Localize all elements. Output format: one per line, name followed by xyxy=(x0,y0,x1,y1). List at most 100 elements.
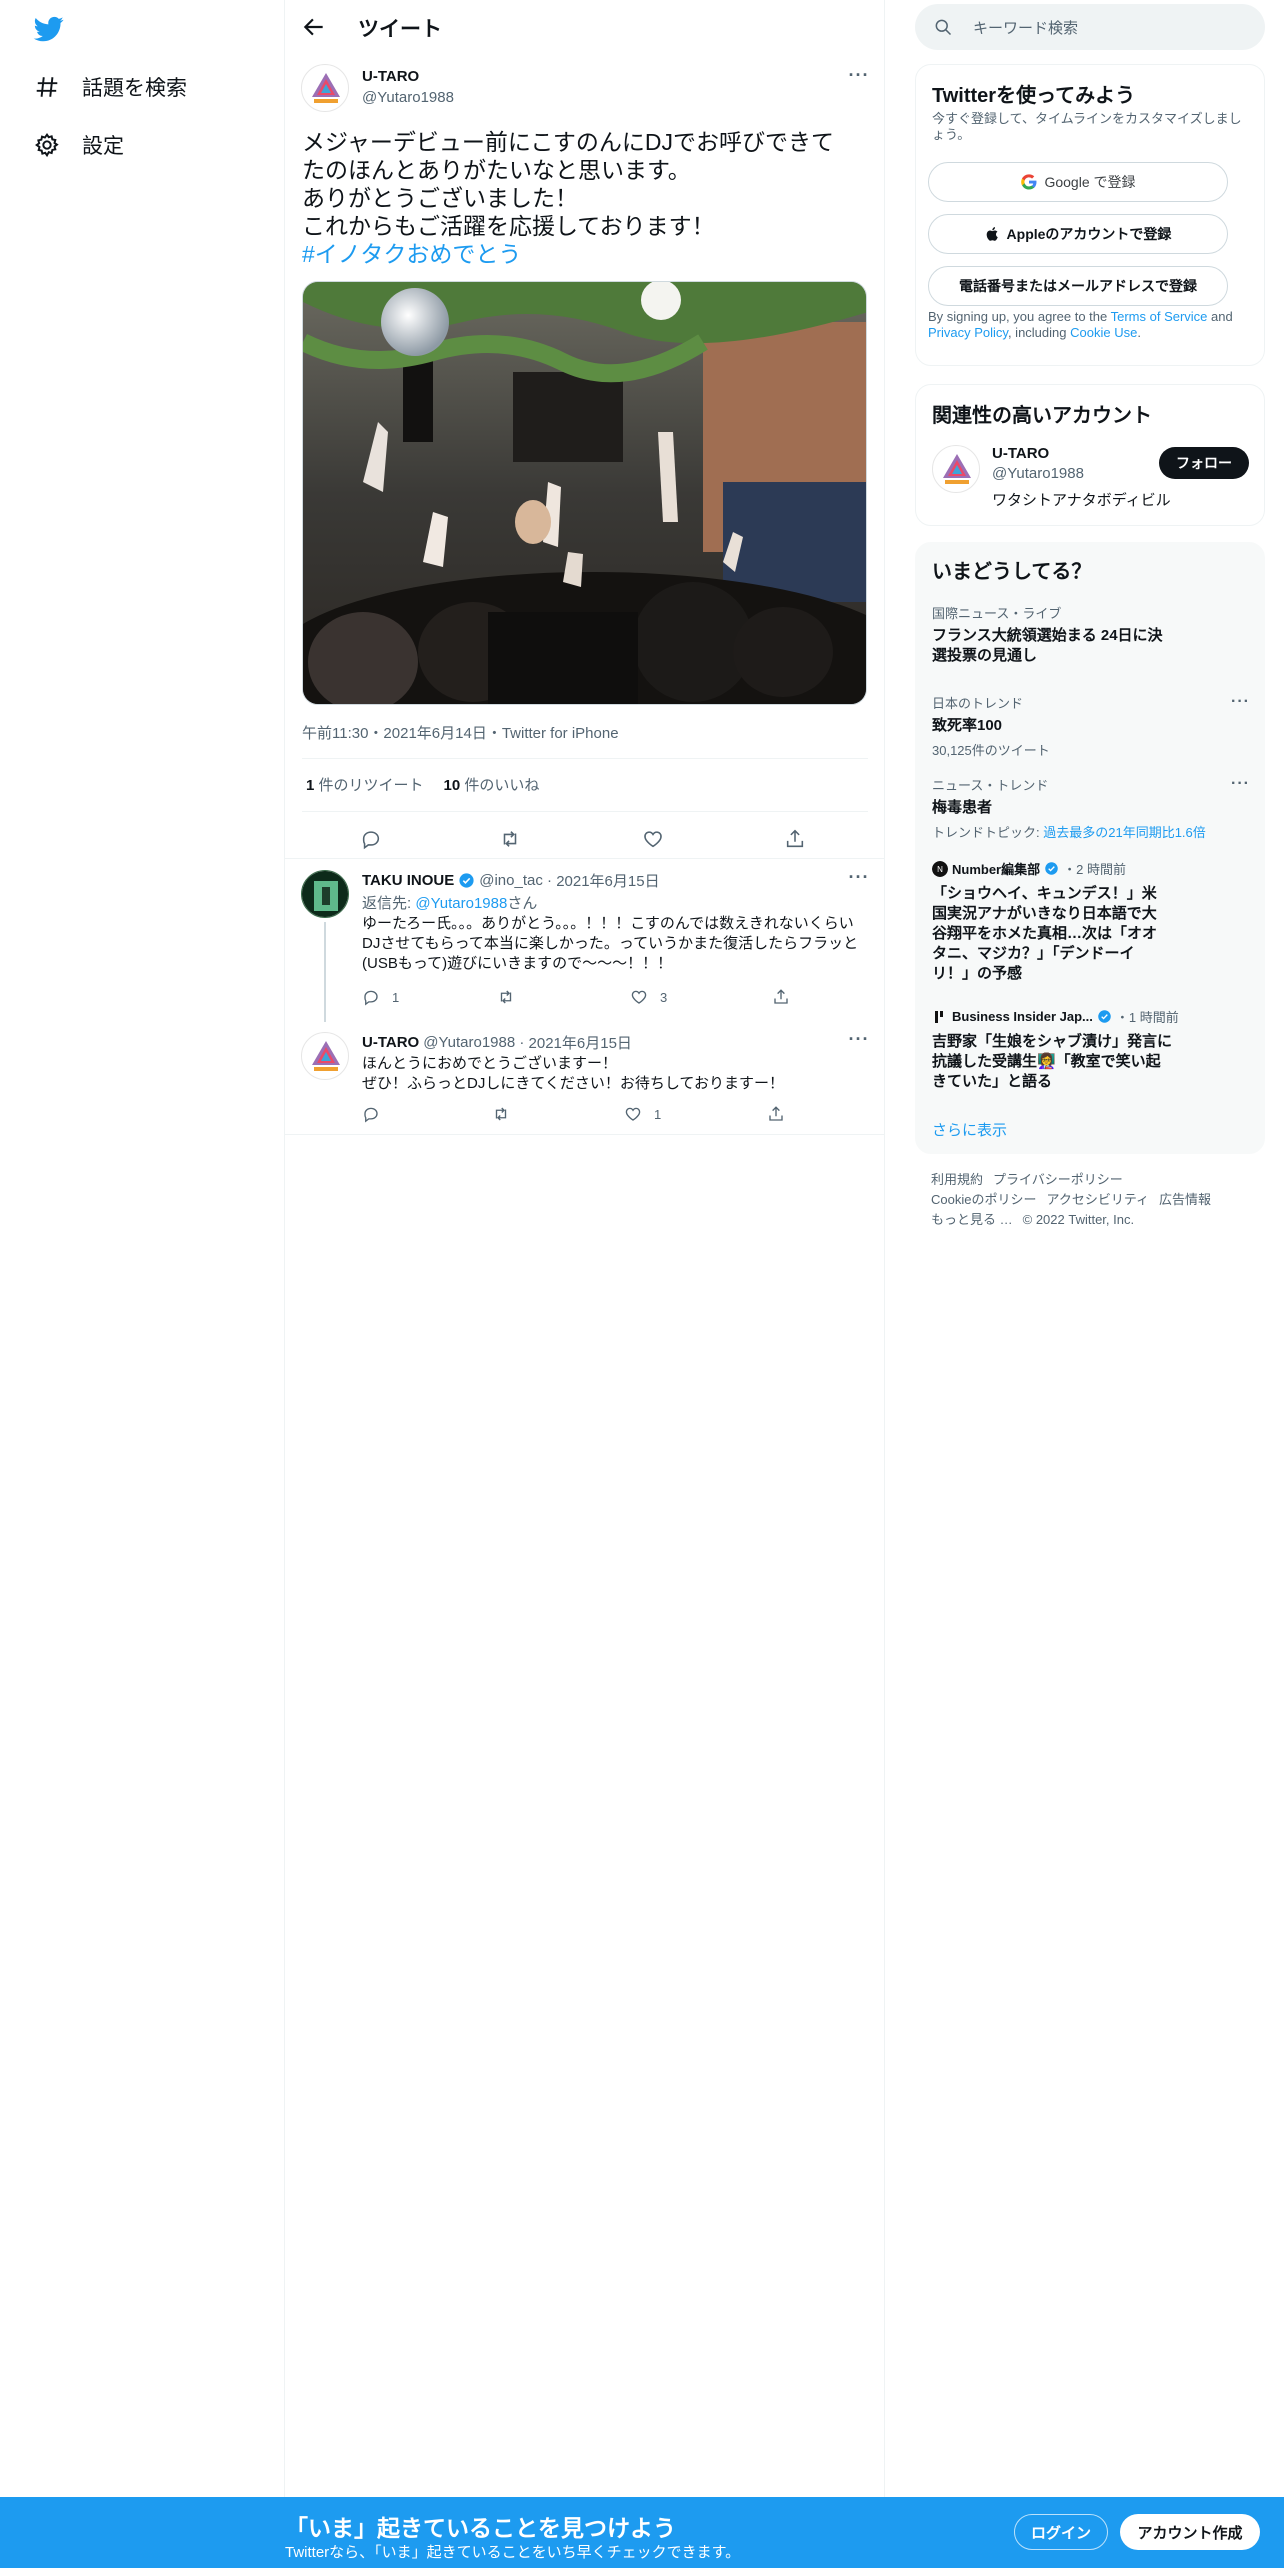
phone-email-signup-button[interactable]: 電話番号またはメールアドレスで登録 xyxy=(928,266,1228,306)
hashtag-link[interactable]: #イノタクおめでとう xyxy=(302,241,521,267)
svg-text:N: N xyxy=(937,865,943,874)
tweet-header: ツイート xyxy=(285,0,885,54)
divider xyxy=(302,758,868,759)
nav-item-settings[interactable]: 設定 xyxy=(34,130,124,160)
share-icon[interactable] xyxy=(784,828,806,850)
footer-link[interactable]: もっと見る … xyxy=(931,1212,1013,1227)
like-count: 1 xyxy=(654,1106,662,1122)
nav-item-label: 設定 xyxy=(82,135,124,158)
trend-item[interactable]: 日本のトレンド 致死率100 30,125件のツイート ··· xyxy=(932,693,1250,759)
like-stat[interactable]: 10 件のいいね xyxy=(444,774,540,795)
more-options-icon[interactable]: ··· xyxy=(847,1030,871,1056)
retweet-icon[interactable] xyxy=(499,828,521,850)
footer-link[interactable]: Cookieのポリシー xyxy=(931,1192,1036,1207)
reply-tweet[interactable]: U-TARO @Yutaro1988 · 2021年6月15日 ··· ほんとう… xyxy=(285,1020,885,1135)
more-options-icon[interactable]: ··· xyxy=(1231,775,1250,793)
taku-inoue-avatar-icon xyxy=(302,871,348,917)
footer-link[interactable]: 広告情報 xyxy=(1159,1192,1211,1207)
tweet-timestamp[interactable]: 午前11:30・2021年6月14日・Twitter for iPhone xyxy=(302,722,619,743)
reply-header: U-TARO @Yutaro1988 · 2021年6月15日 xyxy=(362,1032,632,1053)
divider xyxy=(285,858,885,859)
login-button[interactable]: ログイン xyxy=(1014,2514,1108,2550)
like-stat-label: 件のいいね xyxy=(464,777,540,794)
like-button[interactable]: 3 xyxy=(630,988,667,1006)
avatar[interactable] xyxy=(932,445,980,493)
trends-card: いまどうしてる？ 国際ニュース・ライブ フランス大統領選始まる 24日に決選投票… xyxy=(915,542,1265,1154)
more-options-icon[interactable]: ··· xyxy=(847,868,871,894)
main-column: ツイート U-TARO @Yutaro1988 ··· メジャーデビュー前にこす… xyxy=(285,0,885,2497)
show-more-link[interactable]: さらに表示 xyxy=(932,1119,1007,1140)
more-options-icon[interactable]: ··· xyxy=(1231,693,1250,711)
author-handle[interactable]: @Yutaro1988 xyxy=(423,1034,515,1051)
twitter-bird-icon[interactable] xyxy=(32,14,66,44)
account-bio: ワタシトアナタボディビル xyxy=(992,492,1171,509)
trend-topic: トレンドトピック: 過去最多の21年同期比1.6倍 xyxy=(932,822,1250,841)
signup-button[interactable]: アカウント作成 xyxy=(1120,2514,1260,2550)
reply-icon[interactable] xyxy=(360,828,382,850)
reply-text: ほんとうにおめでとうございますー！ ぜひ！ふらっとDJしにきてください！お待ちし… xyxy=(362,1055,784,1092)
apple-signup-button[interactable]: Appleのアカウントで登録 xyxy=(928,214,1228,254)
follow-button[interactable]: フォロー xyxy=(1159,447,1249,479)
related-accounts-card: 関連性の高いアカウント U-TARO @Yutaro1988 ワタシトアナタボデ… xyxy=(915,384,1265,526)
nav-item-label: 話題を検索 xyxy=(82,77,187,100)
footer-link[interactable]: 利用規約 xyxy=(931,1172,983,1187)
verified-badge-icon xyxy=(459,873,474,888)
retweet-stat[interactable]: 1 件のリツイート xyxy=(306,774,424,795)
news-item[interactable]: Business Insider Jap... ・1 時間前 吉野家「生娘をシャ… xyxy=(932,1007,1250,1092)
reply-actions: 1 3 xyxy=(362,988,792,1012)
retweet-stat-label: 件のリツイート xyxy=(318,777,424,794)
trend-name: 致死率100 xyxy=(932,717,1003,734)
avatar[interactable] xyxy=(301,870,349,918)
author-handle[interactable]: @ino_tac xyxy=(479,872,543,889)
google-signup-button[interactable]: Google で登録 xyxy=(928,162,1228,202)
retweet-button[interactable] xyxy=(497,988,527,1006)
author-name[interactable]: U-TARO xyxy=(362,1034,419,1051)
author-name[interactable]: TAKU INOUE xyxy=(362,872,454,889)
like-icon xyxy=(625,1107,641,1121)
signup-card: Twitterを使ってみよう 今すぐ登録して、タイムラインをカスタマイズしましょ… xyxy=(915,64,1265,366)
related-title: 関連性の高いアカウント xyxy=(932,405,1152,427)
share-button[interactable] xyxy=(767,1105,797,1123)
reply-button[interactable] xyxy=(362,1105,392,1123)
terms-link[interactable]: Terms of Service xyxy=(1111,309,1208,324)
divider xyxy=(285,1134,885,1135)
avatar[interactable] xyxy=(301,64,349,112)
like-button[interactable]: 1 xyxy=(624,1105,661,1123)
back-arrow-icon[interactable] xyxy=(301,14,327,40)
trend-item[interactable]: 国際ニュース・ライブ フランス大統領選始まる 24日に決選投票の見通し xyxy=(932,603,1250,666)
account-name[interactable]: U-TARO xyxy=(992,445,1049,462)
trend-topic-link[interactable]: 過去最多の21年同期比1.6倍 xyxy=(1043,825,1206,840)
footer-link[interactable]: アクセシビリティ xyxy=(1046,1192,1149,1207)
legal-text: . xyxy=(1137,325,1141,340)
footer-link[interactable]: プライバシーポリシー xyxy=(993,1172,1123,1187)
tweet-photo[interactable] xyxy=(302,281,867,705)
share-button[interactable] xyxy=(772,988,802,1006)
reply-to-handle-link[interactable]: @Yutaro1988 xyxy=(415,895,507,912)
more-options-icon[interactable]: ··· xyxy=(847,66,871,92)
reply-button[interactable]: 1 xyxy=(362,988,399,1006)
news-headline: 「ショウヘイ、キュンデス！」米国実況アナがいきなり日本語で大谷翔平をホメた真相…… xyxy=(932,885,1158,982)
account-handle[interactable]: @Yutaro1988 xyxy=(992,465,1084,482)
privacy-link[interactable]: Privacy Policy xyxy=(928,325,1008,340)
legal-text: By signing up, you agree to the xyxy=(928,309,1111,324)
news-time: ・1 時間前 xyxy=(1115,1010,1179,1025)
verified-badge-icon xyxy=(1045,862,1058,875)
trend-item[interactable]: ニュース・トレンド 梅毒患者 トレンドトピック: 過去最多の21年同期比1.6倍… xyxy=(932,775,1250,841)
retweet-button[interactable] xyxy=(492,1105,522,1123)
reply-time[interactable]: 2021年6月15日 xyxy=(556,870,659,891)
like-icon[interactable] xyxy=(642,828,664,850)
reply-tweet[interactable]: TAKU INOUE @ino_tac · 2021年6月15日 ··· 返信先… xyxy=(285,860,885,1030)
news-item[interactable]: N Number編集部 ・2 時間前 「ショウヘイ、キュンデス！」米国実況アナが… xyxy=(932,859,1250,984)
author-name[interactable]: U-TARO xyxy=(362,68,419,85)
cookie-link[interactable]: Cookie Use xyxy=(1070,325,1137,340)
search-input[interactable]: キーワード検索 xyxy=(915,4,1265,50)
share-icon xyxy=(769,1106,783,1121)
bottom-bar-title: 「いま」起きていることを見つけよう xyxy=(285,2515,676,2541)
reply-icon xyxy=(364,990,378,1006)
reply-time[interactable]: 2021年6月15日 xyxy=(529,1032,632,1053)
author-handle[interactable]: @Yutaro1988 xyxy=(362,89,454,106)
reply-to-line: 返信先: @Yutaro1988さん xyxy=(362,892,537,913)
legal-text: and xyxy=(1207,309,1233,324)
avatar[interactable] xyxy=(301,1032,349,1080)
nav-item-explore[interactable]: 話題を検索 xyxy=(34,72,187,102)
